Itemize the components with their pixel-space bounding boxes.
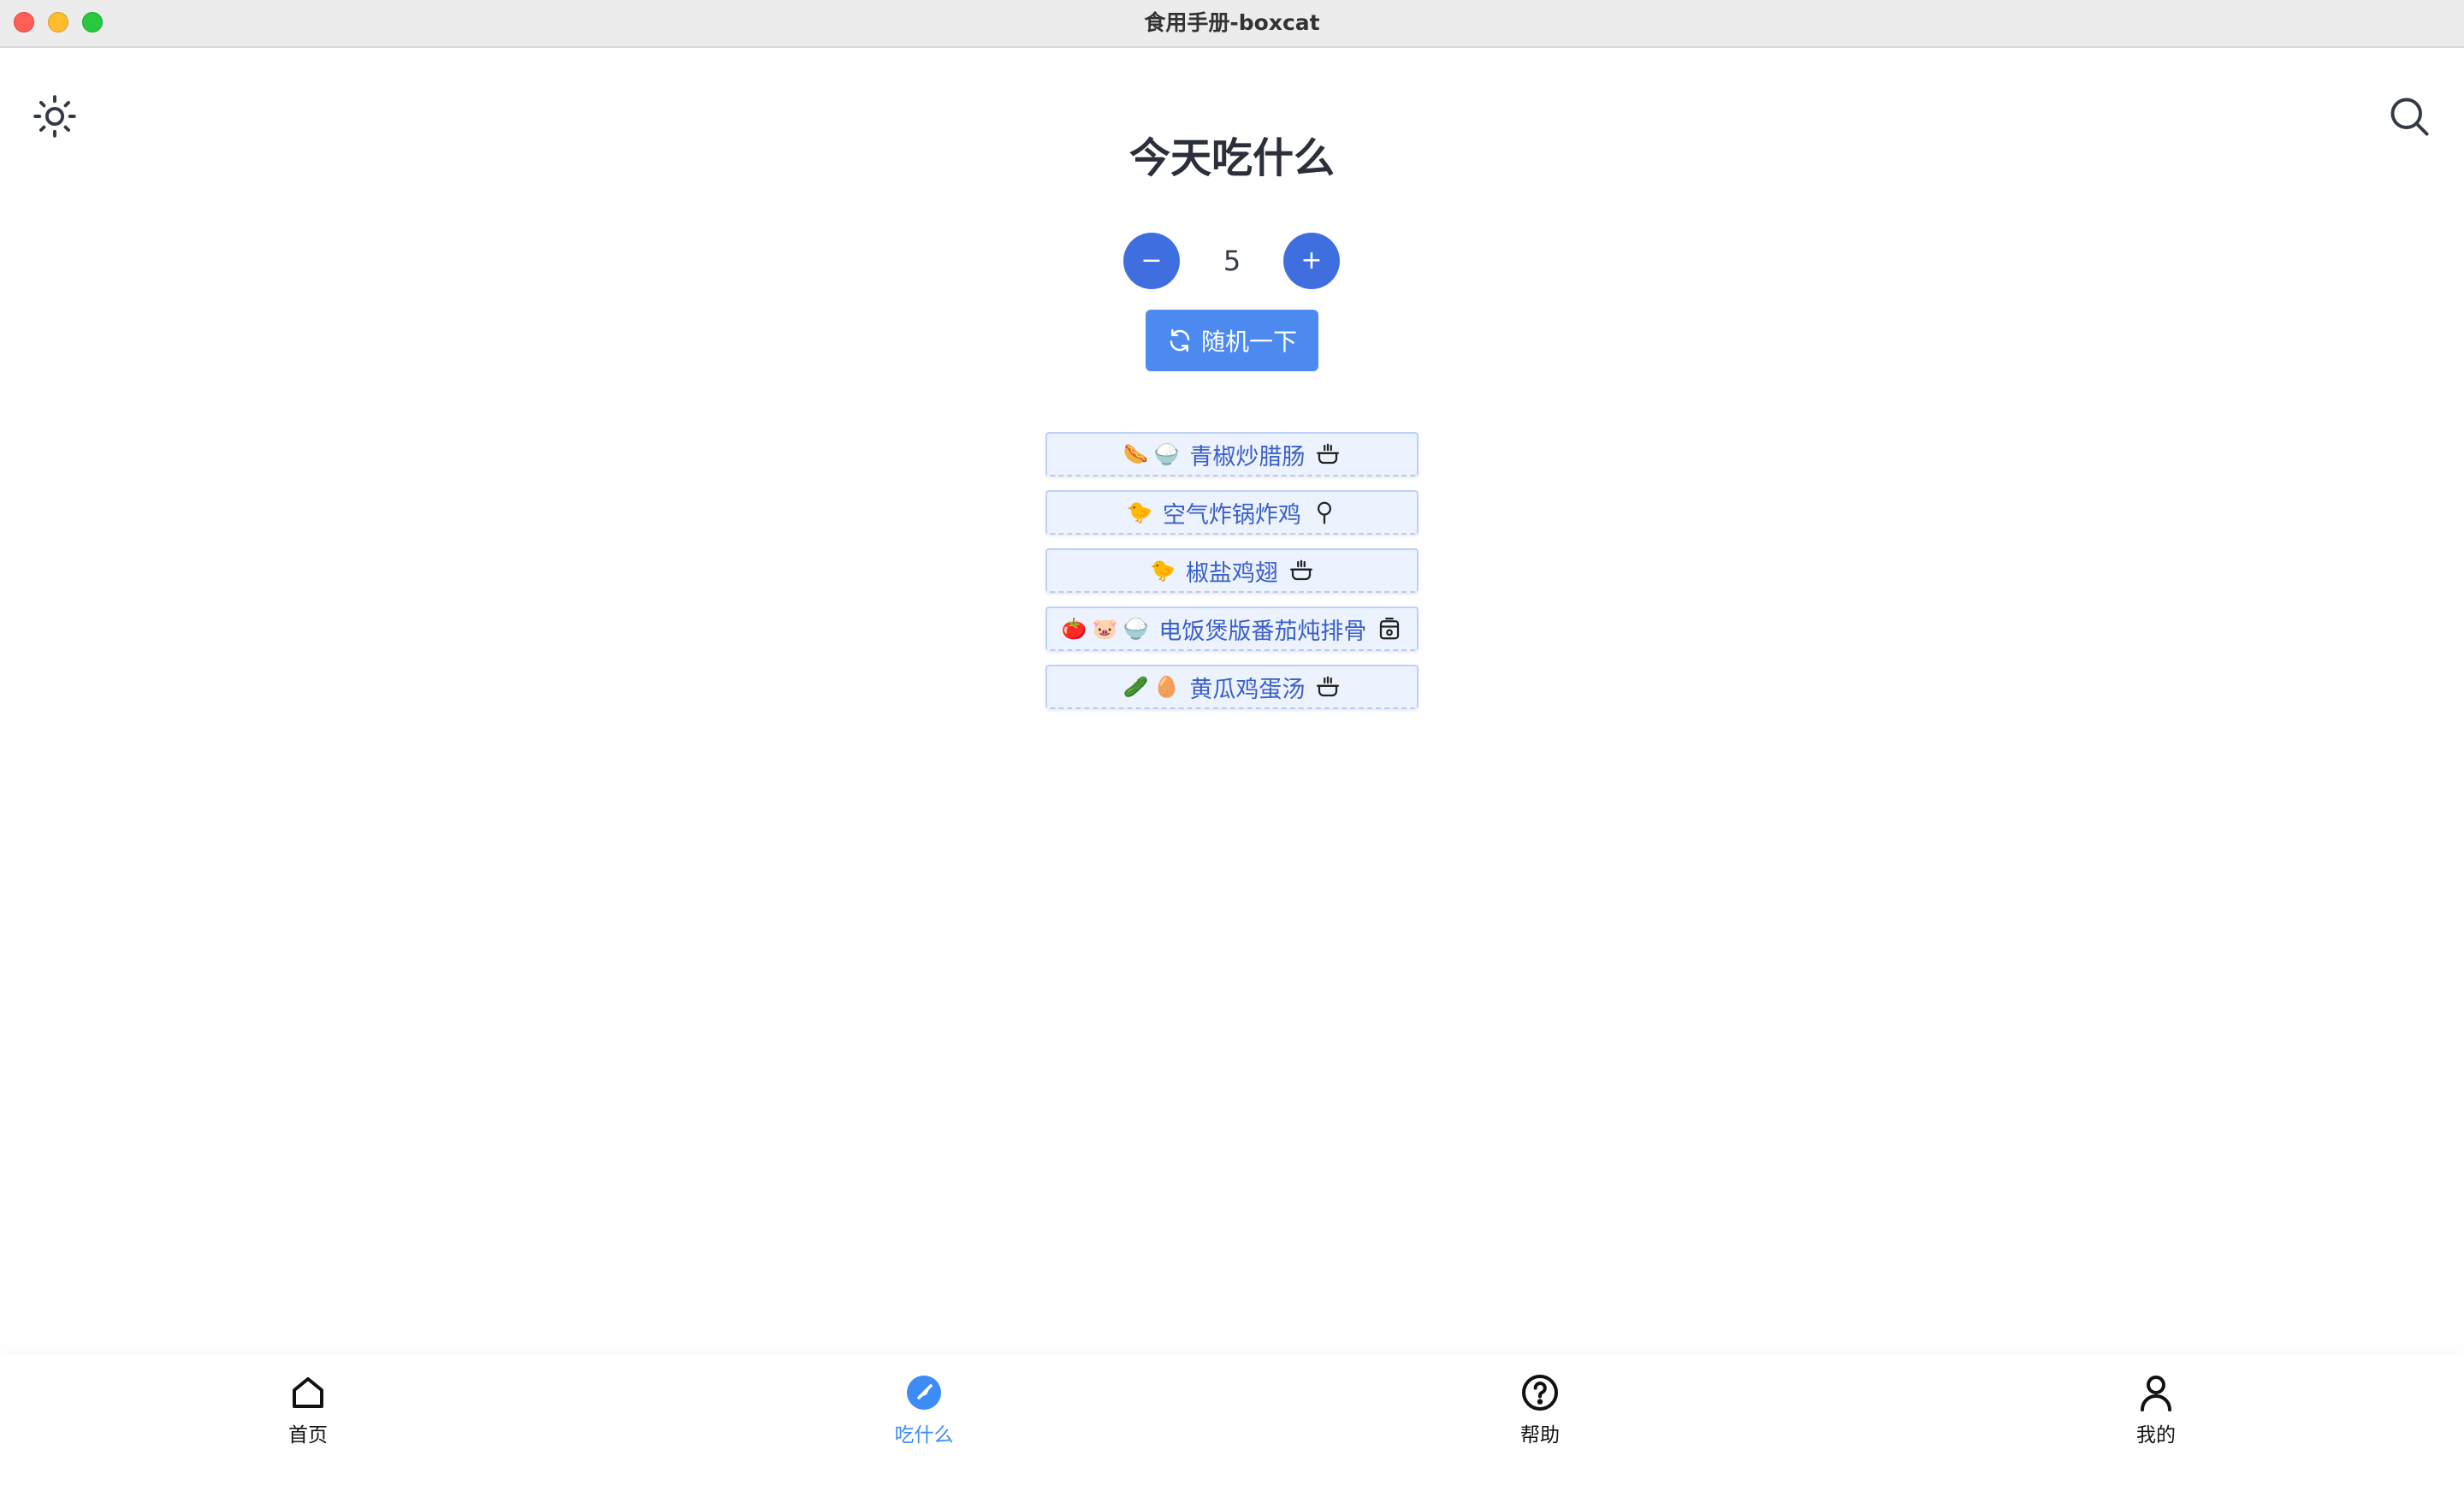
nav-label-help: 帮助	[1520, 1424, 1560, 1447]
chick-emoji: 🐤	[1127, 500, 1152, 524]
wok-icon	[1317, 676, 1340, 697]
dish-name: 空气炸锅炸鸡	[1162, 501, 1301, 529]
decrease-count-button[interactable]: −	[1123, 233, 1180, 289]
tomato-emoji: 🍅	[1061, 617, 1087, 641]
app-window: 食用手册-boxcat 今天吃什么 − 5 + 随机一下 🌭 🍚 青椒炒腊肠 🐤…	[0, 0, 2464, 1497]
chick-emoji: 🐤	[1150, 559, 1176, 583]
randomize-button[interactable]: 随机一下	[1146, 310, 1318, 371]
dish-item[interactable]: 🍅 🐷 🍚 电饭煲版番茄炖排骨	[1045, 606, 1419, 651]
nav-label-me: 我的	[2136, 1424, 2176, 1447]
nav-item-me[interactable]: 我的	[2088, 1372, 2224, 1475]
rice-cooker-icon	[1380, 618, 1400, 640]
bottom-navigation: 首页 吃什么 帮助 我的	[0, 1355, 2464, 1497]
window-title: 食用手册-boxcat	[1144, 10, 1320, 35]
sausage-emoji: 🌭	[1122, 442, 1149, 466]
dish-list: 🌭 🍚 青椒炒腊肠 🐤 空气炸锅炸鸡 🐤 椒盐鸡翅 🍅 🐷 🍚 电饭煲版番茄炖排…	[1045, 432, 1419, 723]
dish-count-value: 5	[1223, 245, 1241, 277]
dish-name: 青椒炒腊肠	[1189, 443, 1306, 470]
increase-count-button[interactable]: +	[1283, 233, 1340, 289]
dish-name: 黄瓜鸡蛋汤	[1189, 676, 1306, 703]
nav-label-eat: 吃什么	[894, 1424, 954, 1447]
dish-name: 椒盐鸡翅	[1185, 559, 1278, 587]
rice-emoji: 🍚	[1153, 442, 1180, 466]
compass-icon	[907, 1376, 941, 1410]
wok-icon	[1289, 559, 1312, 581]
dish-item[interactable]: 🌭 🍚 青椒炒腊肠	[1045, 432, 1419, 476]
home-icon	[293, 1377, 323, 1408]
refresh-icon	[1170, 328, 1190, 352]
egg-emoji: 🥚	[1153, 675, 1180, 699]
randomize-button-label: 随机一下	[1200, 328, 1297, 356]
nav-label-home: 首页	[288, 1424, 328, 1447]
nav-item-eat[interactable]: 吃什么	[856, 1372, 992, 1475]
dish-item[interactable]: 🐤 椒盐鸡翅	[1045, 548, 1419, 593]
title-bar: 食用手册-boxcat	[0, 0, 2464, 48]
air-fryer-icon	[1317, 501, 1331, 524]
rice-emoji: 🍚	[1122, 617, 1149, 641]
nav-item-home[interactable]: 首页	[240, 1372, 376, 1475]
wok-icon	[1317, 443, 1340, 464]
pig-emoji: 🐷	[1092, 617, 1118, 641]
dish-name: 电饭煲版番茄炖排骨	[1158, 618, 1367, 645]
user-icon	[2141, 1376, 2171, 1411]
cucumber-emoji: 🥒	[1122, 675, 1149, 699]
page-title: 今天吃什么	[1128, 134, 1335, 182]
help-icon	[1522, 1375, 1558, 1411]
dish-item[interactable]: 🐤 空气炸锅炸鸡	[1045, 490, 1419, 535]
nav-item-help[interactable]: 帮助	[1472, 1372, 1608, 1475]
dish-item[interactable]: 🥒 🥚 黄瓜鸡蛋汤	[1045, 665, 1419, 709]
